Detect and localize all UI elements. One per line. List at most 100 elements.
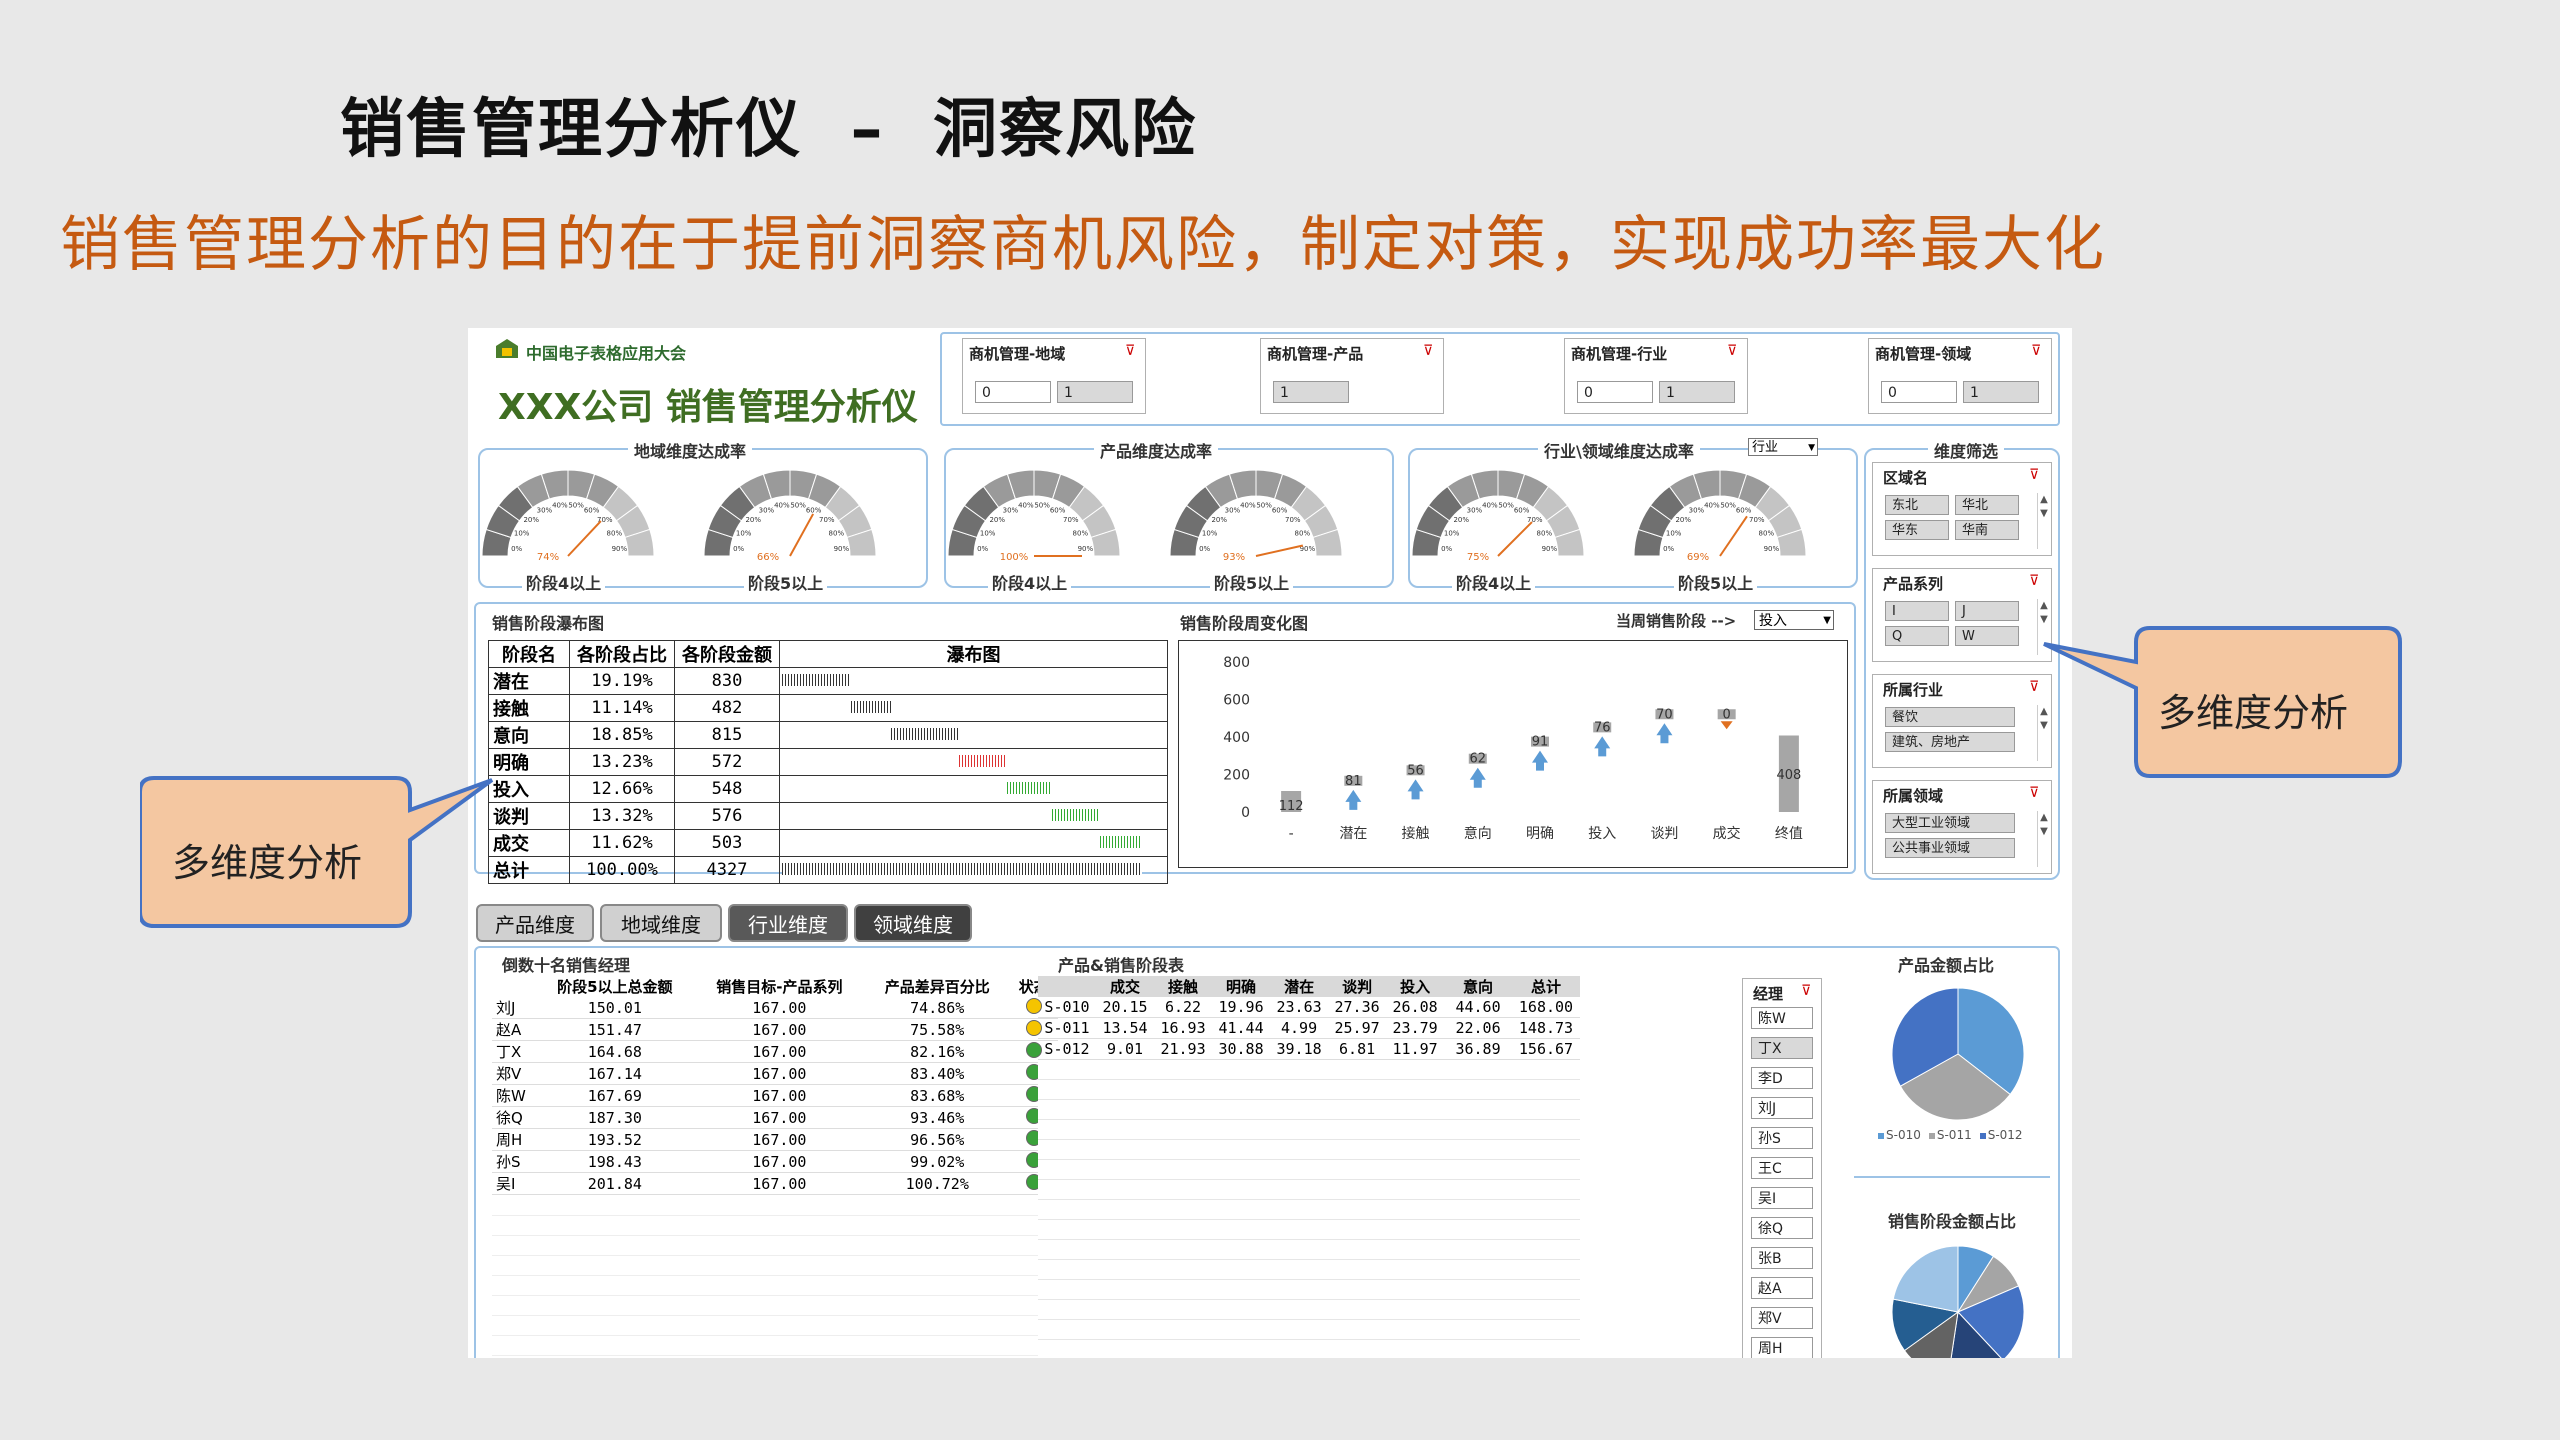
manager-slicer-item[interactable]: 徐Q — [1751, 1217, 1813, 1239]
clear-filter-icon[interactable]: ⊽ — [2029, 573, 2039, 589]
manager-diff: 100.72% — [905, 1174, 969, 1193]
gauge-value: 69% — [1687, 552, 1709, 563]
gauge-tick-label: 30% — [1467, 507, 1483, 515]
product-stage-cell: 148.73 — [1512, 1017, 1580, 1039]
manager-row: 徐Q 187.30 167.00 93.46% — [492, 1107, 1058, 1129]
scrollbar[interactable]: ▲ ▼ — [2037, 811, 2050, 867]
x-tick-label: 明确 — [1526, 826, 1554, 842]
dimension-tab[interactable]: 行业维度 — [728, 904, 848, 942]
dimension-slicer-item[interactable]: 华东 — [1885, 520, 1949, 540]
clear-filter-icon[interactable]: ⊽ — [2031, 343, 2041, 359]
dimension-slicer-item[interactable]: 大型工业领域 — [1885, 813, 2015, 833]
manager-diff: 83.40% — [910, 1064, 965, 1083]
dimension-slicer-title: 产品系列 — [1883, 575, 1944, 593]
top-slicer-item[interactable]: 1 — [1273, 381, 1349, 403]
clear-filter-icon[interactable]: ⊽ — [2029, 467, 2039, 483]
dimension-slicer-item[interactable]: 餐饮 — [1885, 707, 2015, 727]
scrollbar[interactable]: ▲ ▼ — [2037, 493, 2050, 549]
top-slicer-item[interactable]: 1 — [1963, 381, 2039, 403]
dimension-tab[interactable]: 领域维度 — [854, 904, 972, 942]
manager-slicer-item[interactable]: 吴I — [1751, 1187, 1813, 1209]
dimension-slicer-item[interactable]: 建筑、房地产 — [1885, 732, 2015, 752]
product-stage-cell: 39.18 — [1270, 1038, 1329, 1060]
dimension-slicer-item[interactable]: 华南 — [1955, 520, 2019, 540]
product-stage-cell: 4.99 — [1270, 1017, 1329, 1039]
dimension-slicer-item[interactable]: J — [1955, 601, 2019, 621]
manager-slicer-item[interactable]: 陈W — [1751, 1007, 1813, 1029]
stage-pct: 11.14% — [569, 694, 675, 722]
manager-name: 周H — [496, 1131, 523, 1149]
legend-label: S-011 — [1936, 1128, 1972, 1142]
dimension-tab[interactable]: 地域维度 — [600, 904, 722, 942]
left-callout-text: 多维度分析 — [172, 841, 363, 885]
dimension-slicer-item[interactable]: Q — [1885, 626, 1949, 646]
dimension-slicer-item[interactable]: I — [1885, 601, 1949, 621]
top-slicer: 商机管理-地域 ⊽ 0 1 — [962, 338, 1146, 414]
gauge-tick-label: 20% — [745, 516, 761, 524]
weekly-chart: 0 200 400 600 800 - 112 潜在 81 接触 56 意向 62 明确 91 投入 76 谈判 7… — [1223, 655, 1803, 842]
clear-filter-icon[interactable]: ⊽ — [1727, 343, 1737, 359]
product-stage-row: S-012 9.01 21.93 30.88 39.18 6.81 11.97 36.89 15… — [1038, 1038, 1580, 1060]
manager-slicer-item[interactable]: 郑V — [1751, 1307, 1813, 1329]
top-slicer-item[interactable]: 0 — [975, 381, 1051, 403]
manager-slicer-item[interactable]: 刘J — [1751, 1097, 1813, 1119]
dimension-slicer-item[interactable]: 公共事业领域 — [1885, 838, 2015, 858]
manager-slicer-item[interactable]: 丁X — [1751, 1037, 1813, 1059]
top-slicer: 商机管理-行业 ⊽ 0 1 — [1564, 338, 1748, 414]
manager-row: 赵A 151.47 167.00 75.58% — [492, 1019, 1058, 1041]
dimension-dropdown[interactable]: 行业 ▼ — [1748, 438, 1818, 456]
dimension-slicer-item[interactable]: W — [1955, 626, 2019, 646]
stage-amount: 830 — [674, 667, 780, 695]
gauge-tick-label: 30% — [537, 507, 553, 515]
product-stage-cell: S-010 — [1038, 997, 1097, 1018]
clear-filter-icon[interactable]: ⊽ — [1423, 343, 1433, 359]
data-label: 408 — [1776, 768, 1801, 783]
manager-target: 167.00 — [752, 1020, 807, 1039]
gauge-tick-label: 10% — [980, 529, 996, 537]
gauge-tick-label: 90% — [1078, 545, 1094, 553]
clear-filter-icon[interactable]: ⊽ — [2029, 785, 2039, 801]
manager-slicer-item[interactable]: 王C — [1751, 1157, 1813, 1179]
manager-slicer-item[interactable]: 周H — [1751, 1337, 1813, 1358]
current-stage-dropdown[interactable]: 投入 ▼ — [1754, 610, 1834, 630]
manager-slicer-item[interactable]: 赵A — [1751, 1277, 1813, 1299]
stage-name: 潜在 — [488, 667, 570, 695]
top-slicer-item[interactable]: 1 — [1659, 381, 1735, 403]
stage-amount: 572 — [674, 748, 780, 776]
gauge-caption: 阶段4以上 — [988, 570, 1072, 594]
manager-target: 167.00 — [752, 1130, 807, 1149]
stage-pct: 13.23% — [569, 748, 675, 776]
manager-slicer-item[interactable]: 张B — [1751, 1247, 1813, 1269]
manager-slicer-item[interactable]: 李D — [1751, 1067, 1813, 1089]
top-slicer-item[interactable]: 0 — [1881, 381, 1957, 403]
top-slicer-item[interactable]: 0 — [1577, 381, 1653, 403]
gauge-tick-label: 80% — [1759, 529, 1775, 537]
manager-diff: 99.02% — [910, 1152, 965, 1171]
clear-filter-icon[interactable]: ⊽ — [1801, 983, 1811, 999]
waterfall-bar — [1006, 782, 1053, 794]
gauge-chart: 0% 10% 20%30%40% 50%60%70% 80% 90% 100% — [947, 469, 1121, 563]
gauge-tick-label: 50% — [1256, 502, 1272, 510]
dimension-slicer: 所属行业 ⊽ 餐饮 建筑、房地产 ▲ ▼ — [1872, 674, 2052, 768]
right-callout-text: 多维度分析 — [2158, 691, 2349, 735]
manager-slicer-item[interactable]: 孙S — [1751, 1127, 1813, 1149]
clear-filter-icon[interactable]: ⊽ — [2029, 679, 2039, 695]
dimension-slicer-item[interactable]: 华北 — [1955, 495, 2019, 515]
gauge-value: 75% — [1467, 552, 1489, 563]
product-stage-empty-rows — [1038, 1060, 1580, 1356]
stage-pct: 13.32% — [569, 802, 675, 830]
clear-filter-icon[interactable]: ⊽ — [1125, 343, 1135, 359]
gauge-tick-label: 80% — [607, 529, 623, 537]
manager-diff: 93.46% — [910, 1108, 965, 1127]
stage-pct: 19.19% — [569, 667, 675, 695]
stage-amount: 815 — [674, 721, 780, 749]
waterfall-bar-cell — [779, 694, 1168, 722]
gauge-tick-label: 60% — [1050, 507, 1066, 515]
product-stage-header: 成交 — [1110, 978, 1141, 996]
y-tick-label: 200 — [1223, 768, 1250, 784]
dimension-slicer-item[interactable]: 东北 — [1885, 495, 1949, 515]
data-label: 70 — [1656, 707, 1673, 722]
top-slicer-item[interactable]: 1 — [1057, 381, 1133, 403]
gauge-tick-label: 60% — [1736, 507, 1752, 515]
manager-name: 陈W — [496, 1087, 526, 1105]
